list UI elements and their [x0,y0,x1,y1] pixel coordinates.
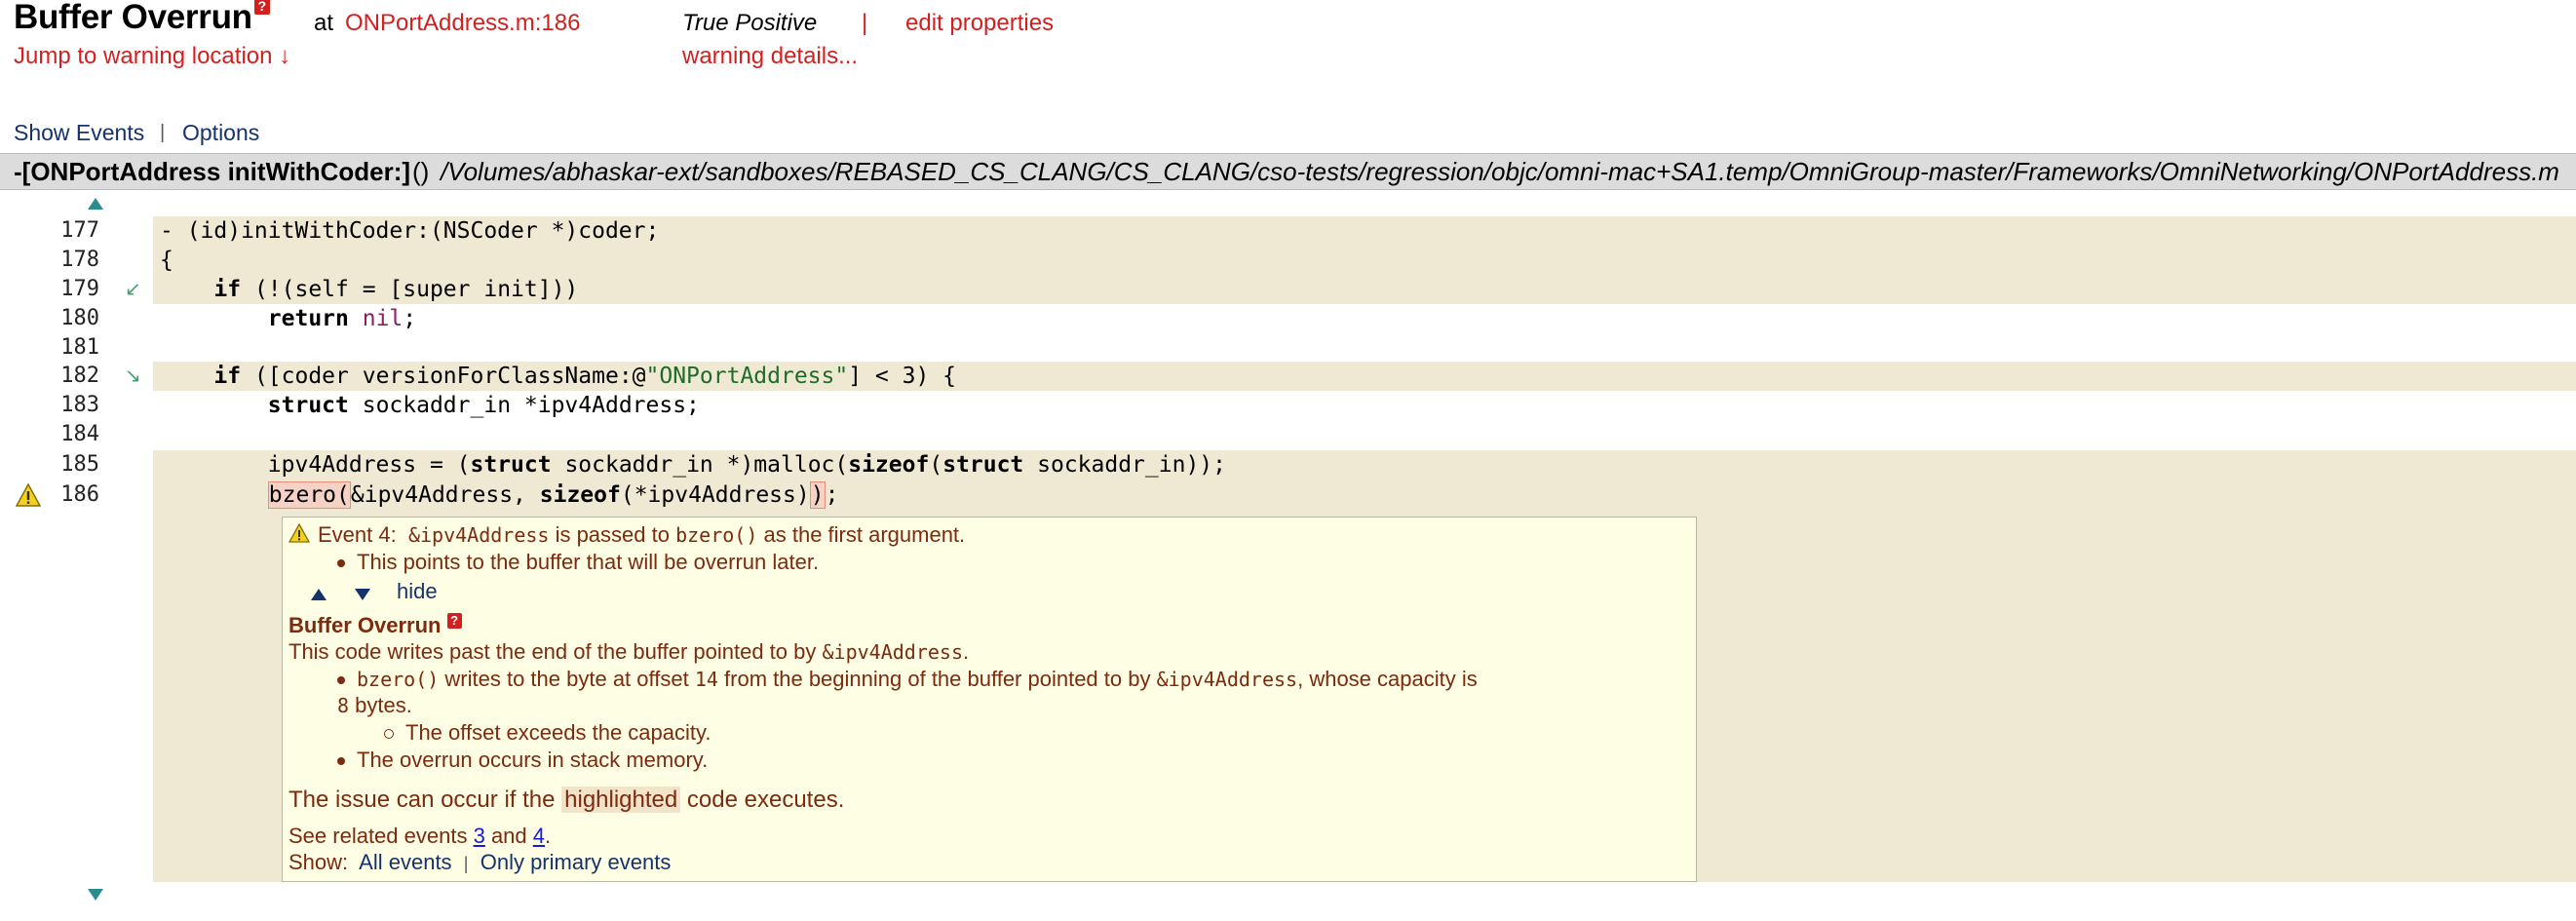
line-number: 184 [60,422,99,446]
issue-condition: The issue can occur if the highlighted c… [288,787,844,814]
code-text: return nil; [267,306,417,331]
code-line: 182 ↘ if ([coder versionForClassName:@"O… [0,362,2576,391]
b1-b: from the beginning of the buffer pointed… [717,667,1157,691]
branch-arrow-icon[interactable]: ↘ [125,362,141,391]
issue-heading: Buffer Overrun ? [288,613,462,638]
related-end: . [545,824,552,848]
issue-b: code executes. [680,787,845,813]
triage-status: True Positive [682,10,818,36]
code-line: 179 ↙ if (!(self = [super init])) [0,275,2576,304]
line-number: 179 [60,277,99,301]
show-filter: Show: All events | Only primary events [288,850,671,875]
show-events-link[interactable]: Show Events [14,120,144,146]
line-number: 182 [60,364,99,388]
event-suffix-text: as the first argument. [757,522,966,547]
line-number: 177 [60,218,99,243]
next-event-icon[interactable] [354,588,371,601]
desc-text: This code writes past the end of the buf… [288,639,823,664]
line-number: 183 [60,393,99,417]
related-event-3-link[interactable]: 3 [474,824,485,848]
all-events-link[interactable]: All events [359,850,451,874]
event-annotation-box: Event 4: &ipv4Address is passed to bzero… [282,517,1697,882]
related-events: See related events 3 and 4. [288,824,551,849]
desc-code: &ipv4Address [822,640,964,664]
code-line: 183 struct sockaddr_in *ipv4Address; [0,391,2576,420]
title-text: Buffer Overrun [14,0,252,36]
b1-a: writes to the byte at offset [439,667,695,691]
issue-description: This code writes past the end of the buf… [288,639,969,665]
branch-arrow-icon[interactable]: ↙ [125,275,141,304]
event-middle-text: is passed to [549,522,676,547]
show-label: Show: [288,850,349,874]
options-link[interactable]: Options [182,120,259,146]
code-line: 180 return nil; [0,304,2576,333]
function-parens: () [412,157,430,186]
line-number: 186 [60,482,99,507]
b1-capacity: 8 [337,694,350,717]
code-text: - (id)initWithCoder:(NSCoder *)coder; [160,218,660,244]
b1-fn: bzero() [357,668,440,691]
event-bullet-text: This points to the buffer that will be o… [357,550,820,574]
edit-properties-link[interactable]: edit properties [905,10,1054,37]
event-bullet: This points to the buffer that will be o… [337,550,819,575]
warning-icon [288,523,310,543]
scroll-up-icon[interactable] [87,197,104,211]
code-line: 177 - (id)initWithCoder:(NSCoder *)coder… [0,216,2576,246]
related-and: and [484,824,533,848]
line-number: 178 [60,248,99,272]
related-event-4-link[interactable]: 4 [533,824,545,848]
event-prefix: Event 4: [318,522,397,547]
function-name: -[ONPortAddress initWithCoder:] [14,157,411,186]
issue-sub-bullet: The offset exceeds the capacity. [384,720,711,746]
help-icon[interactable]: ? [253,0,270,15]
code-text: ipv4Address = (struct sockaddr_in *)mall… [160,452,1226,478]
code-text: { [160,248,173,273]
b1-offset: 14 [694,668,718,691]
b1-c: , whose capacity is [1297,667,1478,691]
toolbar-separator: | [160,122,166,143]
scroll-down-icon[interactable] [87,888,104,902]
desc-end: . [963,639,970,664]
event-fn-code: bzero() [675,523,758,547]
page-title: Buffer Overrun? [14,0,270,37]
b2-text: The overrun occurs in stack memory. [357,748,709,772]
code-text: if ([coder versionForClassName:@"ONPortA… [213,364,957,389]
code-line: 186 bzero(&ipv4Address, sizeof(*ipv4Addr… [0,480,2576,510]
previous-event-icon[interactable] [310,588,327,601]
at-label: at [314,10,334,36]
help-icon[interactable]: ? [446,613,462,629]
code-text: bzero(&ipv4Address, sizeof(*ipv4Address)… [267,481,839,509]
warning-details-link[interactable]: warning details... [682,43,858,70]
issue-heading-text: Buffer Overrun [288,613,442,637]
issue-bullet: The overrun occurs in stack memory. [337,748,708,773]
code-line: 181 [0,333,2576,363]
issue-bullet: bzero() writes to the byte at offset 14 … [337,667,1478,692]
b1-d: bytes. [349,693,412,717]
function-path-bar: -[ONPortAddress initWithCoder:] () /Volu… [0,153,2576,190]
line-number: 180 [60,306,99,330]
issue-bullet-cont: 8 bytes. [337,693,412,718]
issue-a: The issue can occur if the [288,787,562,813]
sub-bullet-text: The offset exceeds the capacity. [405,720,711,745]
hide-link[interactable]: hide [397,579,438,604]
header-separator: | [862,10,868,36]
jump-to-warning-link[interactable]: Jump to warning location ↓ [14,43,290,70]
warning-icon [16,483,41,507]
code-line: 178 { [0,246,2576,275]
code-text: struct sockaddr_in *ipv4Address; [267,393,700,418]
issue-highlighted-word: highlighted [561,787,681,813]
code-text: if (!(self = [super init])) [213,277,579,302]
file-path: /Volumes/abhaskar-ext/sandboxes/REBASED_… [441,157,2559,186]
location-link[interactable]: ONPortAddress.m:186 [345,10,580,37]
line-number: 181 [60,335,99,360]
b1-code: &ipv4Address [1156,668,1298,691]
code-line: 184 [0,420,2576,449]
event-line: Event 4: &ipv4Address is passed to bzero… [318,522,965,548]
primary-events-link[interactable]: Only primary events [481,850,672,874]
filter-separator: | [463,854,469,873]
related-a: See related events [288,824,474,848]
event-arg-code: &ipv4Address [407,523,550,547]
code-line: 185 ipv4Address = (struct sockaddr_in *)… [0,450,2576,480]
line-number: 185 [60,452,99,477]
